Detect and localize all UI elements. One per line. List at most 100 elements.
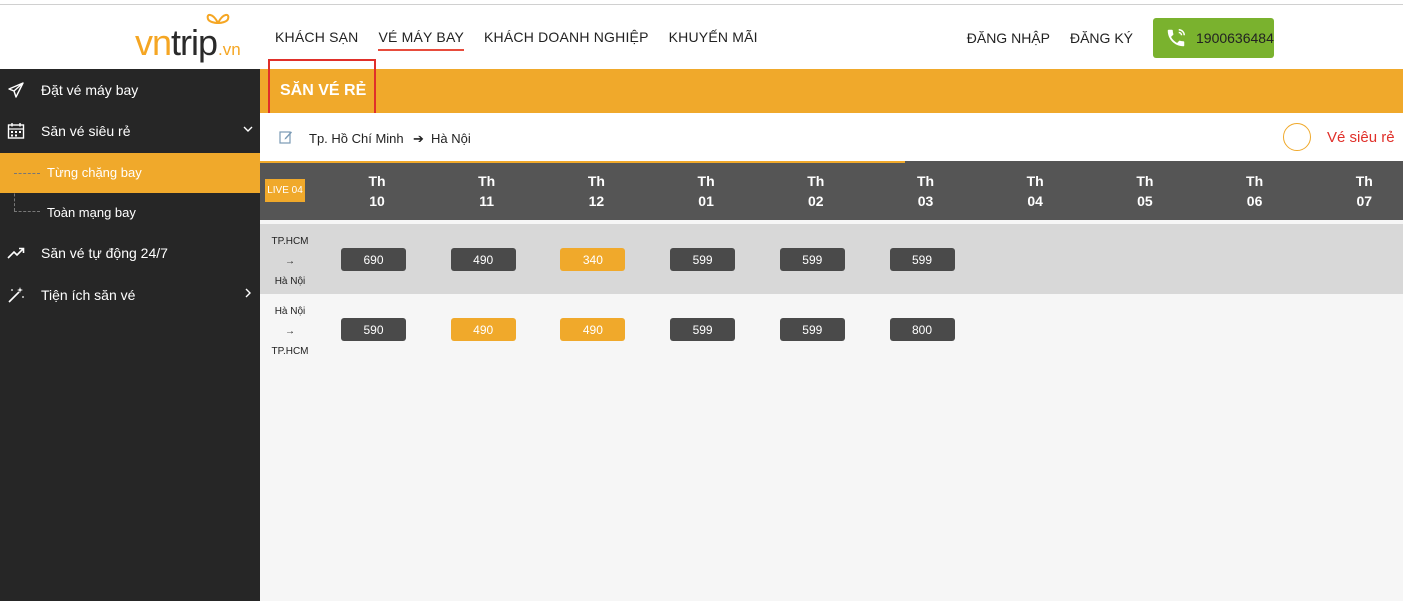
row-destination: Hà Nội: [274, 276, 306, 287]
route-bar: Tp. Hồ Chí Minh ➔ Hà Nội Vé siêu rẻ: [260, 113, 1403, 163]
month-number: 03: [917, 193, 934, 209]
sidebar: Đặt vé máy bay Săn vé siêu rẻ Từng chặng…: [0, 69, 260, 601]
sidebar-item-san-ve-tu-dong[interactable]: Săn vé tự động 24/7: [0, 233, 260, 273]
month-number: 06: [1246, 193, 1263, 209]
route-destination: Hà Nội: [431, 131, 471, 146]
month-number: 05: [1137, 193, 1153, 209]
fare-chip[interactable]: 800: [889, 318, 955, 341]
month-column[interactable]: Th 04: [1005, 171, 1065, 211]
fare-chip[interactable]: 599: [779, 318, 845, 341]
sidebar-item-label: Săn vé tự động 24/7: [41, 245, 168, 261]
sidebar-subitem-label: Toàn mạng bay: [47, 205, 136, 220]
fare-chip[interactable]: 599: [889, 248, 955, 271]
cheap-fare-toggle[interactable]: [1283, 123, 1311, 151]
nav-ve-may-bay[interactable]: VÉ MÁY BAY: [378, 29, 464, 51]
tree-branch: [14, 211, 40, 212]
login-link[interactable]: ĐĂNG NHẬP: [967, 30, 1050, 46]
fare-chip[interactable]: 599: [670, 318, 736, 341]
month-prefix: Th: [1355, 173, 1373, 189]
chevron-down-icon: [243, 126, 253, 132]
fare-chip[interactable]: 599: [779, 248, 845, 271]
logo-trip: trip: [171, 22, 218, 63]
phone-icon: [1167, 29, 1185, 47]
cheap-fare-label: Vé siêu rẻ: [1327, 129, 1395, 146]
sidebar-item-label: Đặt vé máy bay: [41, 82, 139, 98]
nav-khach-doanh-nghiep[interactable]: KHÁCH DOANH NGHIỆP: [484, 29, 649, 45]
nav-khach-san[interactable]: KHÁCH SẠN: [275, 29, 358, 45]
hotline-number: 1900636484: [1196, 30, 1274, 46]
month-strip: LIVE 04 Th 10 Th 11 Th 12 Th 01 Th 02 Th 03 Th 04 Th 05…: [260, 161, 1403, 220]
main-content: SĂN VÉ RẺ Tp. Hồ Chí Minh ➔ Hà Nội Vé si…: [260, 59, 1403, 601]
edit-icon[interactable]: [279, 130, 293, 144]
month-progress-bar: [260, 161, 905, 163]
sidebar-item-san-ve-sieu-re[interactable]: Săn vé siêu rẻ: [0, 111, 260, 151]
auth-nav: ĐĂNG NHẬP ĐĂNG KÝ 1900636484: [967, 18, 1274, 58]
page: vn trip .vn KHÁCH SẠN VÉ MÁY BAY KHÁCH D…: [0, 0, 1403, 601]
sidebar-item-label: Săn vé siêu rẻ: [41, 123, 131, 139]
month-prefix: Th: [1026, 173, 1044, 189]
row-arrow: →: [285, 326, 295, 337]
gift-bow-icon: [206, 13, 230, 25]
month-column[interactable]: Th 02: [786, 171, 846, 211]
logo[interactable]: vn trip .vn: [135, 13, 241, 63]
month-column[interactable]: Th 01: [676, 171, 736, 211]
fare-chip[interactable]: 490: [450, 248, 516, 271]
month-number: 12: [588, 193, 605, 209]
sidebar-item-label: Tiện ích săn vé: [41, 287, 136, 303]
month-prefix: Th: [587, 173, 605, 189]
calendar-icon: [7, 123, 25, 139]
month-prefix: Th: [1246, 173, 1264, 189]
month-column[interactable]: Th 07: [1334, 171, 1394, 211]
month-number: 01: [698, 193, 714, 209]
month-prefix: Th: [1136, 173, 1154, 189]
paper-plane-icon: [8, 82, 24, 98]
sidebar-item-dat-ve[interactable]: Đặt vé máy bay: [0, 70, 260, 110]
route-arrow: ➔: [413, 131, 424, 146]
row-arrow: →: [285, 256, 295, 267]
month-prefix: Th: [807, 173, 825, 189]
month-number: 07: [1356, 193, 1373, 209]
month-prefix: Th: [368, 173, 386, 189]
fare-chip[interactable]: 599: [670, 248, 736, 271]
row-destination: TP.HCM: [271, 346, 309, 357]
register-link[interactable]: ĐĂNG KÝ: [1070, 30, 1133, 46]
month-number: 04: [1027, 193, 1043, 209]
fare-chip[interactable]: 340: [560, 248, 626, 271]
fare-row-hcm-hanoi: TP.HCM → Hà Nội 690 490 340 599 599 599: [260, 224, 1403, 294]
month-column[interactable]: Th 10: [347, 171, 407, 211]
tree-branch: [14, 173, 40, 174]
row-origin: TP.HCM: [271, 236, 309, 247]
month-prefix: Th: [916, 173, 935, 189]
month-number: 11: [479, 193, 495, 209]
row-origin: Hà Nội: [274, 306, 306, 317]
month-column[interactable]: Th 03: [896, 171, 956, 211]
header: vn trip .vn KHÁCH SẠN VÉ MÁY BAY KHÁCH D…: [0, 5, 1403, 69]
month-number: 10: [369, 193, 385, 209]
logo-vn: vn: [135, 22, 172, 63]
row-route-label: Hà Nội → TP.HCM: [262, 302, 318, 362]
month-prefix: Th: [478, 173, 496, 189]
hotline-button[interactable]: 1900636484: [1153, 18, 1274, 58]
fare-chip[interactable]: 490: [450, 318, 516, 341]
route-origin: Tp. Hồ Chí Minh: [309, 131, 404, 146]
page-banner: SĂN VÉ RẺ: [260, 69, 1403, 113]
month-column[interactable]: Th 11: [457, 171, 517, 211]
chevron-right-icon: [245, 288, 251, 298]
trending-up-icon: [7, 247, 25, 259]
fare-chip[interactable]: 490: [560, 318, 626, 341]
month-column[interactable]: Th 12: [566, 171, 626, 211]
month-prefix: Th: [697, 173, 715, 189]
sidebar-subitem-label: Từng chặng bay: [47, 165, 142, 180]
row-route-label: TP.HCM → Hà Nội: [262, 232, 318, 292]
fare-chip[interactable]: 590: [341, 318, 406, 341]
nav-khuyen-mai[interactable]: KHUYẾN MÃI: [669, 29, 758, 45]
sidebar-subitem-toan-mang-bay[interactable]: Toàn mạng bay: [0, 193, 260, 233]
month-column[interactable]: Th 05: [1115, 171, 1175, 211]
month-column[interactable]: Th 06: [1225, 171, 1285, 211]
fare-chip[interactable]: 690: [341, 248, 406, 271]
fare-row-hanoi-hcm: Hà Nội → TP.HCM 590 490 490 599 599 800: [260, 294, 1403, 364]
sidebar-item-tien-ich-san-ve[interactable]: Tiện ích săn vé: [0, 275, 260, 315]
live-badge: LIVE 04: [265, 179, 305, 202]
magic-wand-icon: [8, 287, 24, 303]
logo-domain: .vn: [218, 40, 241, 59]
